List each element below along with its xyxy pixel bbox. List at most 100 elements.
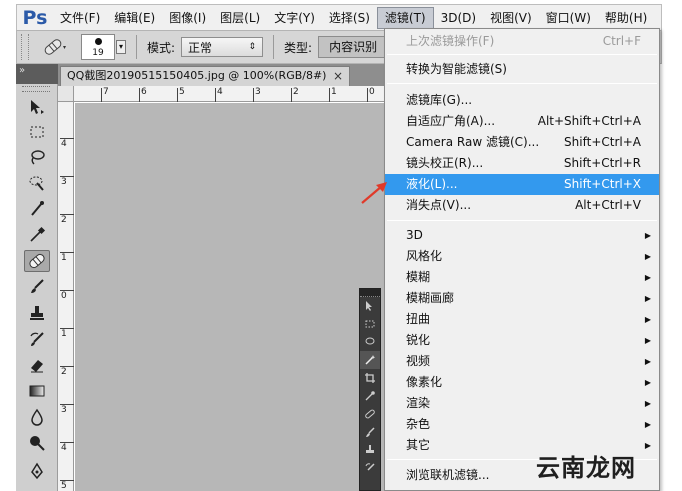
menu-view[interactable]: 视图(V) [483,7,539,29]
clone-stamp-icon [366,445,374,453]
menu-item-label: 锐化 [406,333,431,347]
ruler-label: 4 [61,443,67,453]
menu-layer[interactable]: 图层(L) [213,7,267,29]
type-content-aware-button[interactable]: 内容识别 [318,36,389,58]
lasso-tool[interactable] [24,146,50,168]
menu-image[interactable]: 图像(I) [162,7,213,29]
menu-item-adaptive-wide-angle[interactable]: 自适应广角(A)... Alt+Shift+Ctrl+A [385,111,659,132]
crop-tool[interactable] [24,198,50,220]
submenu-arrow-icon: ▶ [644,357,651,366]
document-canvas[interactable] [75,103,388,491]
ruler-left[interactable]: 4 3 2 1 0 1 2 3 4 5 [58,102,74,491]
menu-item-shortcut: Alt+Shift+Ctrl+A [537,114,641,128]
options-grip[interactable] [21,34,29,60]
ruler-tick [101,88,102,102]
menu-item-label: 杂色 [406,417,431,431]
menu-item-lens-correction[interactable]: 镜头校正(R)... Shift+Ctrl+R [385,153,659,174]
menu-item-convert-smart-filter[interactable]: 转换为智能滤镜(S) [385,59,659,80]
crop-tool[interactable] [360,369,380,387]
ruler-top[interactable]: 7 6 5 4 3 2 1 0 [74,86,388,102]
ruler-label: 1 [61,329,67,339]
submenu-sharpen[interactable]: 锐化 ▶ [385,330,659,351]
menu-file[interactable]: 文件(F) [53,7,107,29]
lasso-icon [365,337,375,345]
submenu-distort[interactable]: 扭曲 ▶ [385,309,659,330]
menu-filter[interactable]: 滤镜(T) [376,6,434,29]
ruler-label: 0 [61,291,67,301]
quick-select-tool[interactable] [24,172,50,194]
brush-tool[interactable] [360,423,380,441]
move-tool[interactable] [24,96,50,118]
gradient-tool[interactable] [24,380,50,402]
document-title: QQ截图20190515150405.jpg @ 100%(RGB/8#) [67,69,327,82]
healing-brush-tool[interactable] [24,250,50,272]
ruler-label: 3 [255,87,261,97]
submenu-render[interactable]: 渲染 ▶ [385,393,659,414]
submenu-arrow-icon: ▶ [644,273,651,282]
history-brush-tool[interactable] [360,459,380,477]
panel-grip[interactable] [360,289,380,297]
menu-item-label: 模糊 [406,270,431,284]
marquee-tool[interactable] [360,315,380,333]
pen-tool[interactable] [24,460,50,482]
ruler-label: 4 [61,139,67,149]
menu-select[interactable]: 选择(S) [322,7,377,29]
marquee-tool[interactable] [24,121,50,143]
close-icon[interactable]: × [333,67,343,85]
eraser-tool[interactable] [24,354,50,376]
menu-item-last-filter[interactable]: 上次滤镜操作(F) Ctrl+F [385,31,659,52]
blur-tool[interactable] [24,406,50,428]
mode-select[interactable]: 正常 ⇕ [181,37,264,57]
submenu-arrow-icon: ▶ [644,315,651,324]
menu-item-camera-raw[interactable]: Camera Raw 滤镜(C)... Shift+Ctrl+A [385,132,659,153]
menu-3d[interactable]: 3D(D) [434,7,483,29]
ruler-tick [329,88,330,102]
document-tab[interactable]: QQ截图20190515150405.jpg @ 100%(RGB/8#) × [60,66,350,86]
submenu-blur-gallery[interactable]: 模糊画廊 ▶ [385,288,659,309]
filter-menu: 上次滤镜操作(F) Ctrl+F 转换为智能滤镜(S) 滤镜库(G)... 自适… [384,28,660,491]
lasso-tool[interactable] [360,333,380,351]
submenu-arrow-icon: ▶ [644,420,651,429]
brush-dropdown-icon[interactable]: ▾ [116,40,126,54]
history-brush-tool[interactable] [24,328,50,350]
magic-wand-tool[interactable] [360,351,380,369]
submenu-noise[interactable]: 杂色 ▶ [385,414,659,435]
eyedropper-tool[interactable] [360,387,380,405]
ruler-corner[interactable] [58,86,74,102]
submenu-pixelate[interactable]: 像素化 ▶ [385,372,659,393]
menu-window[interactable]: 窗口(W) [539,7,598,29]
clone-stamp-tool[interactable] [360,441,380,459]
collapse-chevron-icon[interactable]: » [19,65,25,76]
submenu-arrow-icon: ▶ [644,336,651,345]
submenu-stylize[interactable]: 风格化 ▶ [385,246,659,267]
submenu-3d[interactable]: 3D ▶ [385,225,659,246]
menu-edit[interactable]: 编辑(E) [107,7,162,29]
menu-item-shortcut: Shift+Ctrl+R [563,156,641,170]
ruler-label: 2 [293,87,299,97]
menu-item-label: 其它 [406,438,431,452]
menu-item-shortcut: Shift+Ctrl+A [564,135,641,149]
menu-help[interactable]: 帮助(H) [598,7,654,29]
dodge-tool[interactable] [24,432,50,454]
brush-tool[interactable] [24,276,50,298]
floating-tool-panel [359,288,381,491]
menu-item-filter-gallery[interactable]: 滤镜库(G)... [385,90,659,111]
submenu-video[interactable]: 视频 ▶ [385,351,659,372]
clone-stamp-tool[interactable] [24,302,50,324]
move-tool[interactable] [360,297,380,315]
menu-type[interactable]: 文字(Y) [267,7,322,29]
pen-icon [31,462,43,480]
clone-stamp-icon [30,306,44,320]
menu-item-liquify[interactable]: 液化(L)... Shift+Ctrl+X [385,174,659,195]
toolbox-grip[interactable] [22,86,50,92]
brush-size-picker[interactable]: 19 [81,34,115,60]
menu-separator [387,220,657,221]
ruler-label: 7 [103,87,109,97]
menu-item-vanishing-point[interactable]: 消失点(V)... Alt+Ctrl+V [385,195,659,216]
tool-preset-picker[interactable] [37,35,73,59]
eyedropper-tool[interactable] [24,224,50,246]
toolbox-header[interactable]: » [16,64,58,84]
healing-brush-tool[interactable] [360,405,380,423]
submenu-blur[interactable]: 模糊 ▶ [385,267,659,288]
ruler-tick [139,88,140,102]
